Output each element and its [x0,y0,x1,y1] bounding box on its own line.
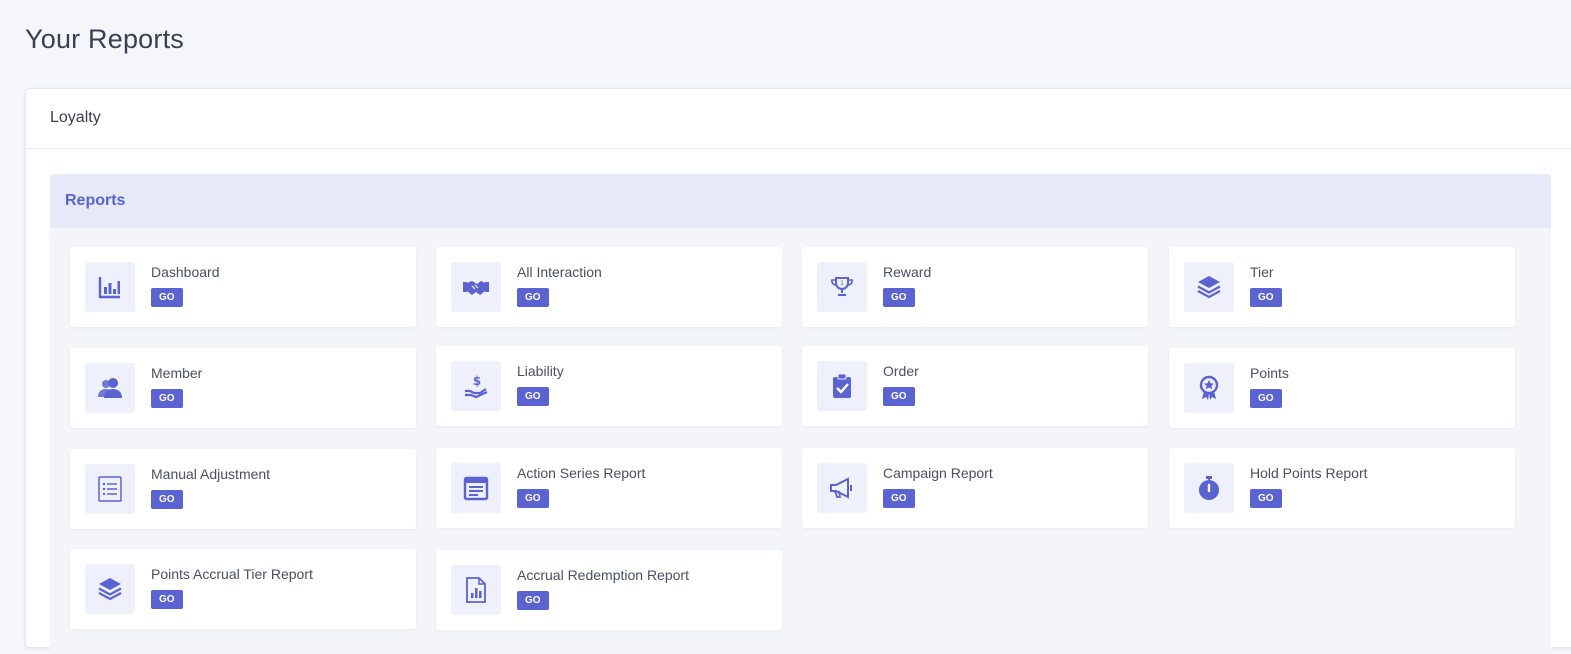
report-tile-liability[interactable]: $ Liability GO [436,346,782,426]
go-button-liability[interactable]: GO [517,387,549,406]
tile-label: Campaign Report [883,465,993,481]
go-button-order[interactable]: GO [883,387,915,406]
go-button-member[interactable]: GO [151,389,183,408]
report-tile-points[interactable]: Points GO [1169,348,1515,428]
stopwatch-icon [1184,463,1234,513]
report-tile-campaign-report[interactable]: Campaign Report GO [802,448,1148,528]
bar-chart-icon [85,262,135,312]
go-button-hold-points-report[interactable]: GO [1250,489,1282,508]
tile-label: Tier [1250,264,1274,280]
go-button-tier[interactable]: GO [1250,288,1282,307]
report-tile-all-interaction[interactable]: All Interaction GO [436,247,782,327]
tile-label: Order [883,363,919,379]
report-tile-points-accrual-tier-report[interactable]: Points Accrual Tier Report GO [70,549,416,629]
report-tile-manual-adjustment[interactable]: Manual Adjustment GO [70,449,416,529]
tile-label: All Interaction [517,264,602,280]
file-chart-icon [451,565,501,615]
list-icon [85,464,135,514]
reports-section: Reports Dashboard GO All Interaction GO [50,174,1551,654]
users-icon [85,363,135,413]
go-button-reward[interactable]: GO [883,288,915,307]
card-header: Loyalty [26,89,1571,149]
tile-label: Action Series Report [517,465,646,481]
svg-text:$: $ [473,374,481,388]
tile-label: Manual Adjustment [151,466,271,482]
hand-dollar-icon: $ [451,361,501,411]
tile-label: Points [1250,365,1289,381]
svg-text:1: 1 [840,280,844,287]
report-tile-tier[interactable]: Tier GO [1169,247,1515,327]
go-button-campaign-report[interactable]: GO [883,489,915,508]
tile-label: Liability [517,363,564,379]
layers-icon [85,564,135,614]
tile-label: Dashboard [151,264,220,280]
megaphone-icon [817,463,867,513]
section-header: Reports [50,174,1551,228]
go-button-action-series-report[interactable]: GO [517,489,549,508]
layers-icon [1184,262,1234,312]
go-button-dashboard[interactable]: GO [151,288,183,307]
tile-label: Points Accrual Tier Report [151,566,313,582]
go-button-points-accrual-tier-report[interactable]: GO [151,590,183,609]
handshake-icon [451,262,501,312]
tile-label: Member [151,365,203,381]
report-tile-action-series-report[interactable]: Action Series Report GO [436,448,782,528]
clipboard-check-icon [817,361,867,411]
report-tile-hold-points-report[interactable]: Hold Points Report GO [1169,448,1515,528]
tile-label: Accrual Redemption Report [517,567,689,583]
report-tile-member[interactable]: Member GO [70,348,416,428]
report-tile-accrual-redemption-report[interactable]: Accrual Redemption Report GO [436,550,782,630]
go-button-all-interaction[interactable]: GO [517,288,549,307]
go-button-points[interactable]: GO [1250,389,1282,408]
tile-label: Reward [883,264,932,280]
report-tile-reward[interactable]: 1 Reward GO [802,247,1148,327]
trophy-icon: 1 [817,262,867,312]
calendar-icon [451,463,501,513]
go-button-manual-adjustment[interactable]: GO [151,490,183,509]
loyalty-card: Loyalty Reports Dashboard GO All Interac… [25,88,1571,654]
tile-label: Hold Points Report [1250,465,1368,481]
go-button-accrual-redemption-report[interactable]: GO [517,591,549,610]
report-tile-dashboard[interactable]: Dashboard GO [70,247,416,327]
award-badge-icon [1184,363,1234,413]
report-tile-order[interactable]: Order GO [802,346,1148,426]
page-title: Your Reports [25,24,184,54]
